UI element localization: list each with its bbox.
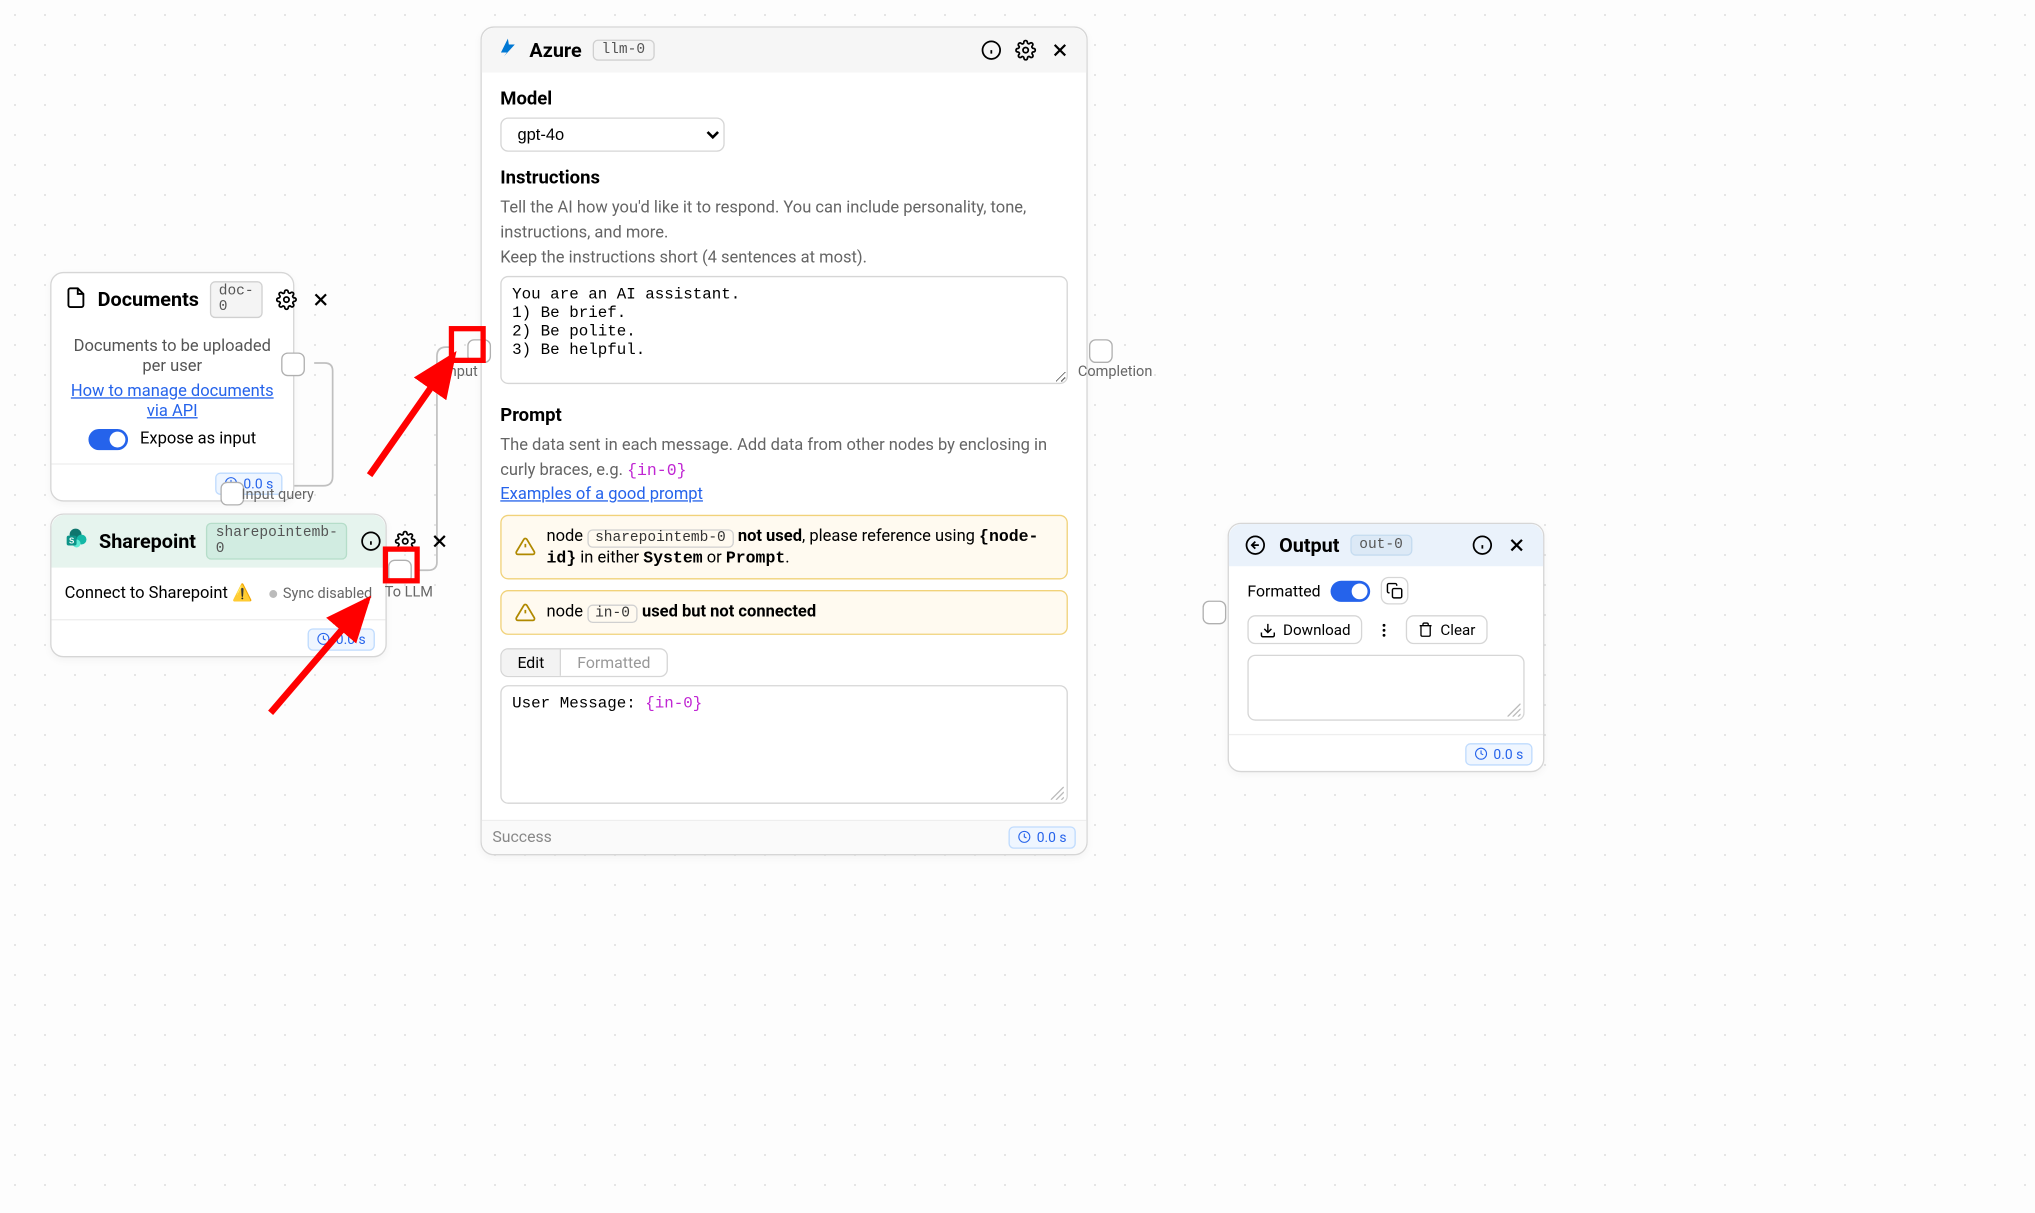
instructions-hint2: Keep the instructions short (4 sentences… [500, 246, 1068, 271]
output-node[interactable]: Output out-0 Formatted Download [1228, 523, 1545, 772]
prompt-label: Prompt [500, 406, 1068, 427]
gear-icon[interactable] [273, 286, 299, 312]
model-label: Model [500, 88, 1068, 109]
azure-icon [495, 36, 519, 65]
output-title: Output [1279, 533, 1339, 557]
formatted-label: Formatted [1247, 581, 1320, 599]
prompt-examples-link[interactable]: Examples of a good prompt [500, 484, 703, 504]
arrow-1 [363, 343, 482, 482]
azure-timing: 0.0 s [1009, 826, 1076, 848]
documents-output-port[interactable] [281, 352, 305, 376]
highlight-box-2 [383, 546, 420, 583]
documents-title: Documents [98, 288, 199, 312]
warning-not-used: node sharepointemb-0 not used, please re… [500, 514, 1068, 579]
tab-edit[interactable]: Edit [502, 649, 561, 675]
arrow-2 [264, 581, 396, 720]
instructions-textarea[interactable] [500, 276, 1068, 384]
gear-icon[interactable] [1012, 37, 1038, 63]
azure-node[interactable]: Azure llm-0 Model gpt-4o Instructions Te… [480, 26, 1087, 855]
output-input-port[interactable] [1203, 601, 1227, 625]
expose-label: Expose as input [140, 429, 256, 449]
documents-api-link[interactable]: How to manage documents via API [71, 381, 274, 421]
close-icon[interactable] [1503, 532, 1529, 558]
close-icon[interactable] [1047, 37, 1073, 63]
warning-icon: ⚠️ [232, 583, 253, 603]
info-icon[interactable] [978, 37, 1004, 63]
documents-body-text: Documents to be uploaded per user [70, 337, 275, 377]
input-query-label: Input query [242, 486, 314, 503]
more-icon[interactable] [1373, 618, 1395, 640]
output-id: out-0 [1350, 535, 1412, 556]
model-select[interactable]: gpt-4o [500, 117, 724, 151]
clear-button[interactable]: Clear [1406, 615, 1487, 644]
azure-id: llm-0 [592, 40, 654, 61]
output-timing: 0.0 s [1466, 743, 1533, 765]
close-icon[interactable] [308, 286, 334, 312]
document-icon [65, 286, 87, 314]
close-icon[interactable] [426, 528, 452, 554]
download-button[interactable]: Download [1247, 615, 1362, 644]
azure-output-label: Completion [1078, 363, 1152, 380]
svg-text:S: S [69, 537, 74, 546]
prompt-hint: The data sent in each message. Add data … [500, 435, 1068, 485]
documents-id: doc-0 [210, 281, 263, 318]
azure-title: Azure [529, 38, 581, 62]
instructions-label: Instructions [500, 168, 1068, 189]
output-textarea[interactable] [1247, 655, 1524, 721]
info-icon[interactable] [1469, 532, 1495, 558]
sharepoint-id: sharepointemb-0 [207, 523, 347, 560]
copy-icon[interactable] [1381, 577, 1409, 605]
sharepoint-icon: S [65, 527, 89, 556]
back-icon[interactable] [1242, 532, 1268, 558]
azure-output-port[interactable] [1089, 339, 1113, 363]
azure-status: Success [492, 828, 551, 846]
prompt-tabs: Edit Formatted [500, 648, 667, 677]
documents-node[interactable]: Documents doc-0 Documents to be uploaded… [50, 272, 294, 502]
sharepoint-connect-text: Connect to Sharepoint [65, 583, 228, 603]
expose-toggle[interactable] [88, 429, 128, 450]
sharepoint-title: Sharepoint [99, 529, 196, 553]
info-icon[interactable] [358, 528, 384, 554]
formatted-toggle[interactable] [1331, 580, 1371, 601]
tab-formatted[interactable]: Formatted [560, 649, 666, 675]
warning-not-connected: node in-0 used but not connected [500, 590, 1068, 635]
instructions-hint1: Tell the AI how you'd like it to respond… [500, 197, 1068, 247]
prompt-textarea[interactable]: User Message: {in-0} [500, 685, 1068, 804]
